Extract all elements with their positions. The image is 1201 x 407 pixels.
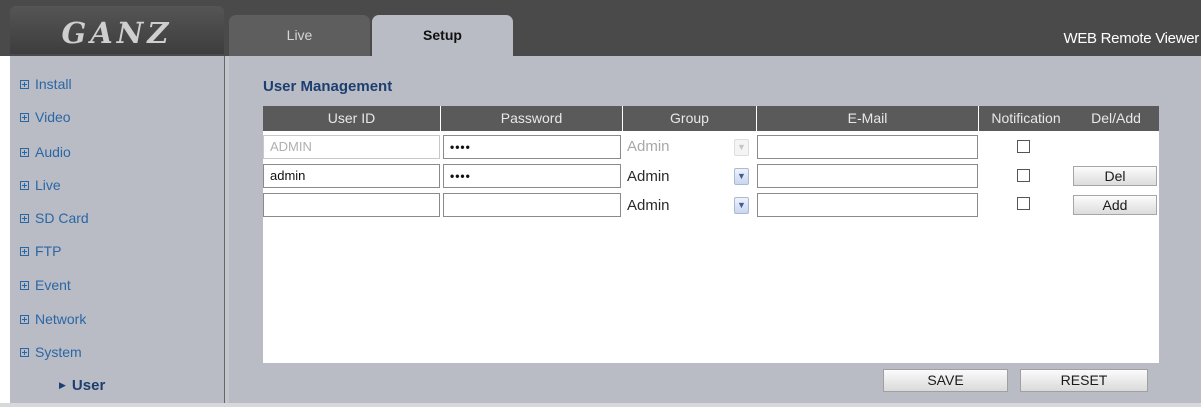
group-select-value[interactable]: Admin (627, 194, 670, 218)
sidebar-item-event[interactable]: Event (20, 274, 71, 296)
plus-box-icon (20, 148, 29, 157)
email-field[interactable] (757, 135, 978, 159)
triangle-right-icon: ▶ (59, 380, 66, 390)
password-field[interactable] (443, 193, 621, 217)
plus-box-icon (20, 281, 29, 290)
chevron-down-icon[interactable]: ▼ (734, 197, 749, 214)
user-id-field[interactable]: ADMIN (263, 135, 440, 159)
password-field[interactable]: •••• (443, 135, 621, 159)
column-header-email: E-Mail (757, 106, 979, 131)
plus-box-icon (20, 247, 29, 256)
ganz-logo: GANZ (61, 16, 173, 50)
sidebar-item-network[interactable]: Network (20, 308, 86, 330)
sidebar-item-label: SD Card (35, 210, 89, 226)
group-select-value[interactable]: Admin (627, 165, 670, 189)
column-header-group: Group (623, 106, 757, 131)
user-id-field[interactable]: admin (263, 164, 440, 188)
email-field[interactable] (757, 164, 978, 188)
sidebar-subitem-user[interactable]: ▶ User (59, 374, 105, 396)
sidebar-item-label: System (35, 344, 82, 360)
group-select-value[interactable]: Admin (627, 135, 670, 159)
chevron-down-icon[interactable]: ▼ (734, 168, 749, 185)
column-header-del-add: Del/Add (1091, 110, 1141, 126)
sidebar-item-label: Audio (35, 144, 71, 160)
email-field[interactable] (757, 193, 978, 217)
del-button[interactable]: Del (1073, 166, 1157, 186)
sidebar-item-video[interactable]: Video (20, 106, 71, 128)
tab-live[interactable]: Live (229, 15, 370, 56)
notification-checkbox[interactable] (1017, 197, 1030, 210)
plus-box-icon (20, 348, 29, 357)
divider-line (224, 56, 225, 407)
reset-button[interactable]: RESET (1020, 369, 1148, 392)
sidebar-item-ftp[interactable]: FTP (20, 240, 61, 262)
sidebar-item-label: Install (35, 76, 72, 92)
sidebar-item-system[interactable]: System (20, 341, 82, 363)
sidebar-item-live[interactable]: Live (20, 174, 61, 196)
logo-area: GANZ (10, 6, 224, 54)
plus-box-icon (20, 80, 29, 89)
column-header-password: Password (441, 106, 623, 131)
page-title: User Management (263, 78, 393, 95)
plus-box-icon (20, 315, 29, 324)
sidebar-item-label: Live (35, 177, 61, 193)
sidebar-item-label: Network (35, 311, 87, 327)
plus-box-icon (20, 113, 29, 122)
password-field[interactable]: •••• (443, 164, 621, 188)
sidebar-item-sd-card[interactable]: SD Card (20, 207, 89, 229)
sidebar-item-label: Video (35, 109, 71, 125)
chevron-down-icon[interactable]: ▼ (734, 139, 749, 156)
plus-box-icon (20, 181, 29, 190)
sidebar-item-audio[interactable]: Audio (20, 141, 71, 163)
sidebar-item-label: FTP (35, 243, 62, 259)
notification-checkbox[interactable] (1017, 169, 1030, 182)
add-button[interactable]: Add (1073, 195, 1157, 215)
app-title: WEB Remote Viewer (1063, 30, 1199, 47)
table-header: User ID Password Group E-Mail Notificati… (263, 106, 1159, 131)
save-button[interactable]: SAVE (883, 369, 1008, 392)
header-bar: GANZ Live Setup WEB Remote Viewer (0, 0, 1201, 56)
sidebar-subitem-label: User (71, 377, 106, 394)
column-header-notification: Notification (991, 110, 1061, 126)
user-id-field[interactable] (263, 193, 440, 217)
tab-setup[interactable]: Setup (372, 15, 513, 56)
plus-box-icon (20, 214, 29, 223)
sidebar-item-install[interactable]: Install (20, 73, 72, 95)
page-bottom-edge (0, 403, 1201, 407)
column-header-user-id: User ID (263, 106, 441, 131)
notification-checkbox[interactable] (1017, 140, 1030, 153)
sidebar-item-label: Event (35, 277, 71, 293)
